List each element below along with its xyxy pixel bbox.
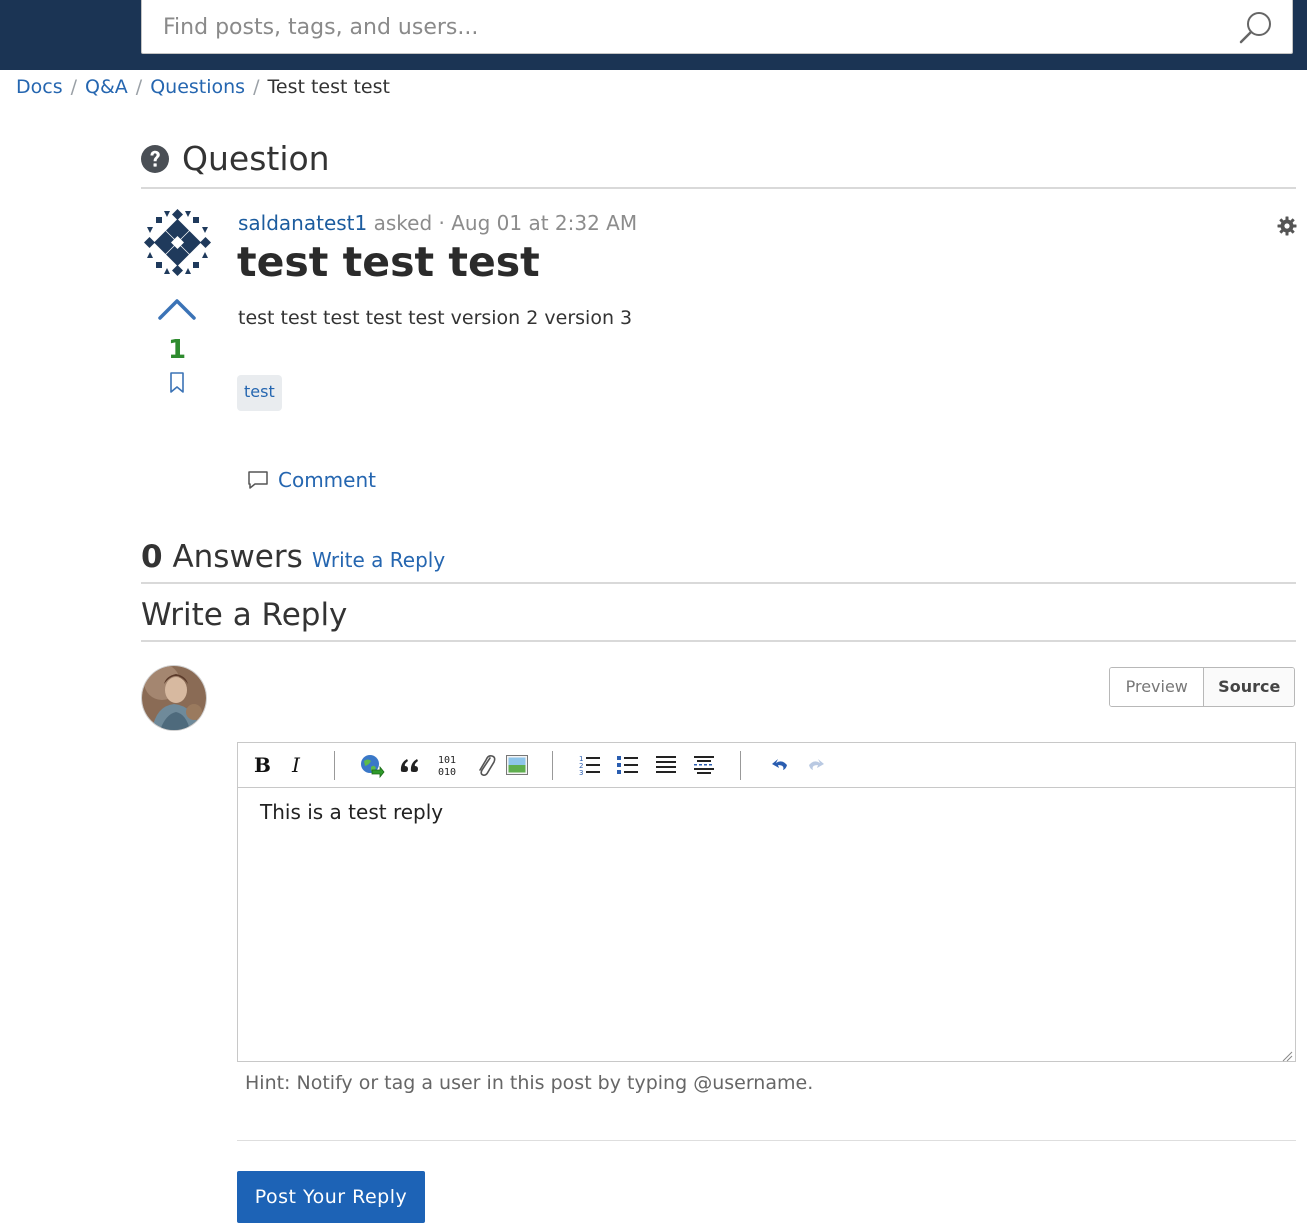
editor-mode-toggle: Preview Source (1109, 667, 1295, 707)
bookmark-icon[interactable] (167, 371, 187, 395)
reply-title: Write a Reply (141, 597, 348, 633)
reply-textarea[interactable]: This is a test reply (238, 788, 1295, 1061)
breadcrumb-questions[interactable]: Questions (150, 76, 245, 98)
comment-label: Comment (278, 468, 376, 492)
upvote-icon[interactable] (156, 294, 198, 324)
divider (237, 1140, 1296, 1141)
editor-hint: Hint: Notify or tag a user in this post … (245, 1072, 814, 1094)
breadcrumb-qa[interactable]: Q&A (85, 76, 128, 98)
post-reply-button[interactable]: Post Your Reply (237, 1171, 425, 1223)
breadcrumb-docs[interactable]: Docs (16, 76, 63, 98)
section-title: Question (182, 139, 330, 178)
ordered-list-icon[interactable]: 1 2 3 (576, 751, 604, 779)
answers-count: 0 Answers (141, 536, 303, 578)
svg-text:3: 3 (579, 769, 583, 777)
undo-icon[interactable] (766, 751, 794, 779)
answers-number: 0 (141, 539, 163, 575)
bullet-list-icon[interactable] (614, 751, 642, 779)
write-reply-link[interactable]: Write a Reply (312, 546, 445, 574)
justify-icon[interactable] (652, 751, 680, 779)
post-body: test test test test test version 2 versi… (238, 307, 633, 329)
vote-count: 1 (167, 335, 187, 365)
answers-header: 0 Answers · Write a Reply (141, 536, 1296, 584)
toolbar-separator (740, 751, 741, 780)
reply-header: Write a Reply (141, 594, 1296, 642)
bold-icon[interactable]: B (248, 751, 276, 779)
svg-text:010: 010 (438, 767, 456, 777)
editor-content: This is a test reply (238, 788, 1295, 1061)
breadcrumb: Docs / Q&A / Questions / Test test test (16, 73, 390, 101)
post-timestamp: Aug 01 at 2:32 AM (451, 211, 638, 235)
redo-icon[interactable] (802, 751, 830, 779)
meta-separator: · (438, 211, 445, 235)
search-box (141, 0, 1293, 54)
author-avatar[interactable] (142, 207, 213, 278)
comment-icon (248, 471, 268, 489)
preview-tab[interactable]: Preview (1110, 668, 1205, 706)
horizontal-rule-icon[interactable] (690, 751, 718, 779)
search-input[interactable] (163, 8, 1223, 46)
post-meta: saldanatest1 asked · Aug 01 at 2:32 AM (238, 209, 637, 237)
toolbar-separator (334, 751, 335, 780)
answers-separator: · (295, 548, 301, 567)
post-title: test test test (237, 238, 540, 286)
breadcrumb-separator: / (253, 76, 260, 98)
breadcrumb-separator: / (135, 76, 143, 98)
breadcrumb-current: Test test test (267, 76, 390, 98)
search-icon[interactable] (1238, 9, 1276, 47)
image-icon[interactable] (503, 751, 531, 779)
italic-icon[interactable]: I (284, 751, 312, 779)
user-avatar[interactable] (142, 666, 206, 730)
svg-text:B: B (254, 754, 271, 776)
link-icon[interactable] (358, 751, 386, 779)
question-circle-icon (141, 145, 169, 173)
question-section-header: Question (141, 137, 1296, 189)
attachment-icon[interactable] (472, 751, 500, 779)
svg-text:I: I (291, 754, 301, 776)
resize-handle-icon[interactable] (1281, 1047, 1293, 1062)
tag-pill[interactable]: test (237, 375, 282, 411)
post-action: asked (373, 211, 433, 235)
gear-icon[interactable] (1277, 216, 1297, 236)
author-link[interactable]: saldanatest1 (238, 211, 367, 235)
code-icon[interactable]: 101 010 (436, 751, 464, 779)
quote-icon[interactable] (396, 751, 424, 779)
svg-text:101: 101 (438, 755, 456, 766)
source-tab[interactable]: Source (1204, 668, 1294, 706)
editor-toolbar: B I 101 010 1 2 3 (238, 743, 1295, 788)
answers-label: Answers (172, 539, 303, 575)
toolbar-separator (552, 751, 553, 780)
reply-editor: B I 101 010 1 2 3 This is a test reply (237, 742, 1296, 1062)
breadcrumb-separator: / (70, 76, 78, 98)
